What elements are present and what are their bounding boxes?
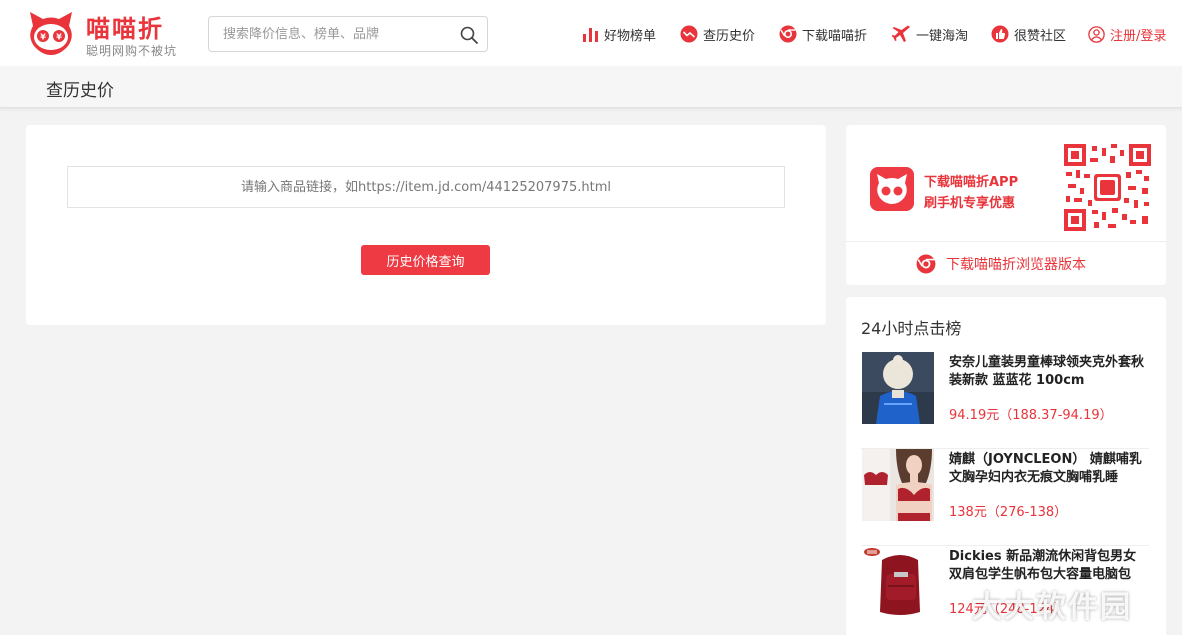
thumbs-up-icon (991, 25, 1009, 43)
nav-label: 一键海淘 (916, 28, 969, 44)
product-title[interactable]: Dickies 新品潮流休闲背包男女双肩包学生帆布包大容量电脑包 (949, 548, 1149, 584)
product-price: 94.19元（188.37-94.19） (949, 408, 1113, 423)
app-download-card: 下载喵喵折APP 刷手机专享优惠 下载喵喵折浏览器版本 (846, 125, 1166, 285)
brand-slogan: 聪明网购不被坑 (86, 44, 178, 58)
nav-rankings[interactable]: 好物榜单 (582, 24, 656, 44)
browser-icon (916, 254, 936, 274)
browser-download-label: 下载喵喵折浏览器版本 (946, 257, 1086, 273)
product-url-input[interactable] (67, 166, 785, 208)
brand-name[interactable]: 喵喵折 (86, 9, 164, 44)
nav-label: 好物榜单 (604, 28, 657, 44)
page-title-bar: 查历史价 (0, 66, 1182, 108)
top-header: ¥ ¥ 喵喵折 聪明网购不被坑 好物榜单 查历史价 (0, 0, 1182, 66)
product-image[interactable] (862, 352, 934, 424)
list-item[interactable]: 婧麒（JOYNCLEON） 婧麒哺乳文胸孕妇内衣无痕文胸哺乳睡 138元（276… (861, 449, 1149, 546)
product-image[interactable] (862, 449, 934, 521)
product-title[interactable]: 婧麒（JOYNCLEON） 婧麒哺乳文胸孕妇内衣无痕文胸哺乳睡 (949, 451, 1149, 487)
browser-download-link[interactable]: 下载喵喵折浏览器版本 (916, 253, 1086, 275)
svg-text:¥: ¥ (56, 33, 62, 42)
qr-code-icon (1064, 144, 1151, 231)
search-icon[interactable] (459, 25, 479, 45)
nav-label: 下载喵喵折 (802, 28, 868, 44)
nav-community[interactable]: 很赞社区 (991, 24, 1066, 44)
product-price: 138元（276-138） (949, 505, 1068, 520)
nav-overseas[interactable]: 一键海淘 (892, 24, 968, 44)
svg-text:¥: ¥ (40, 33, 46, 42)
nav-label: 注册/登录 (1110, 28, 1167, 44)
page-title: 查历史价 (46, 81, 114, 101)
nav-download[interactable]: 下载喵喵折 (779, 24, 867, 44)
bar-chart-icon (583, 27, 598, 42)
product-title[interactable]: 安奈儿童装男童棒球领夹克外套秋装新款 蓝蓝花 100cm (949, 354, 1149, 390)
ranking-title: 24小时点击榜 (861, 319, 962, 338)
price-trend-icon (680, 25, 698, 43)
watermark: 大大软件园 (972, 590, 1132, 625)
nav-login[interactable]: 注册/登录 (1088, 24, 1166, 44)
price-history-query-button[interactable]: 历史价格查询 (361, 245, 490, 275)
search-box (208, 16, 488, 52)
nav-label: 很赞社区 (1014, 28, 1067, 44)
search-input[interactable] (223, 17, 453, 51)
app-download-subtitle: 刷手机专享优惠 (924, 196, 1016, 211)
product-image[interactable] (862, 546, 934, 618)
browser-icon (779, 25, 797, 43)
airplane-icon (892, 25, 910, 42)
nav-price-history[interactable]: 查历史价 (680, 24, 755, 44)
list-item[interactable]: 安奈儿童装男童棒球领夹克外套秋装新款 蓝蓝花 100cm 94.19元（188.… (861, 352, 1149, 449)
card-divider (846, 241, 1166, 242)
brand-logo-icon[interactable]: ¥ ¥ (26, 8, 76, 58)
user-icon (1088, 25, 1105, 43)
app-logo-icon[interactable] (870, 167, 914, 211)
app-download-title[interactable]: 下载喵喵折APP (924, 171, 1018, 190)
nav-label: 查历史价 (703, 28, 756, 44)
price-query-card: 历史价格查询 (26, 125, 826, 325)
